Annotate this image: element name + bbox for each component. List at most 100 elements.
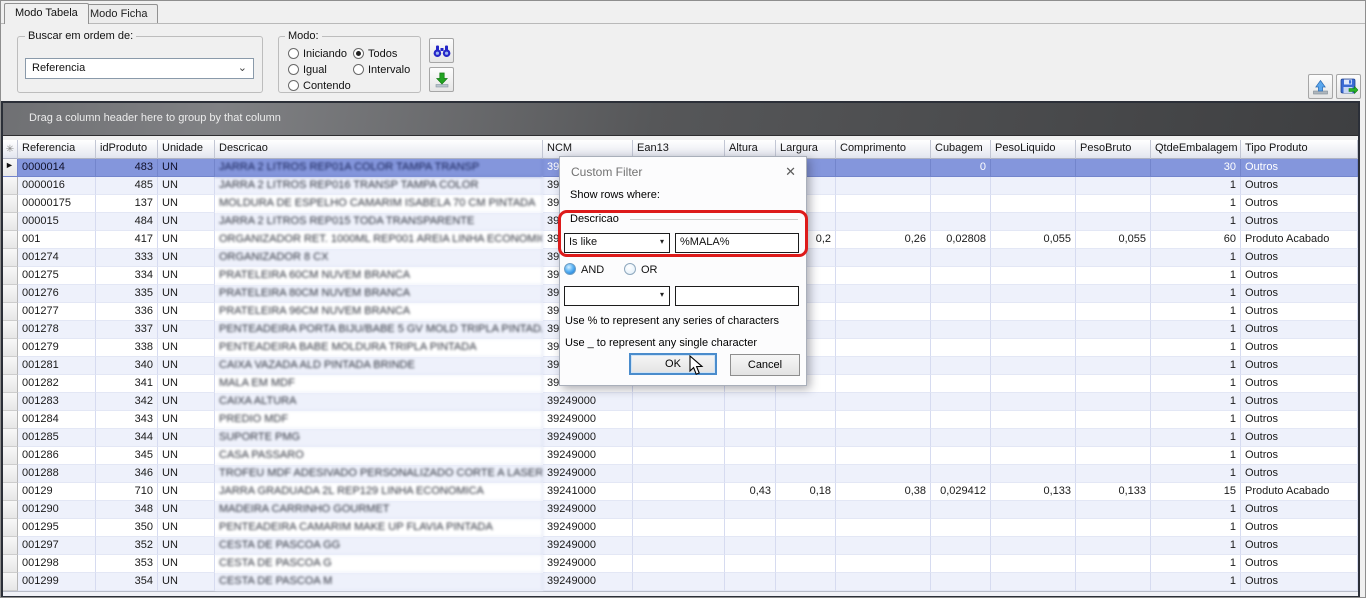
cell-ncm[interactable]: 39249000 <box>543 537 633 555</box>
cell-referencia[interactable]: 000015 <box>18 213 96 231</box>
cell-desc[interactable]: PRATELEIRA 96CM NUVEM BRANCA <box>215 303 543 321</box>
cell-desc[interactable]: CAIXA VAZADA ALD PINTADA BRINDE <box>215 357 543 375</box>
column-header-pesoliquido[interactable]: PesoLiquido <box>991 140 1076 159</box>
cell-pbru[interactable] <box>1076 447 1151 465</box>
cell-id[interactable]: 345 <box>96 447 158 465</box>
cell-id[interactable]: 710 <box>96 483 158 501</box>
cell-comp[interactable] <box>836 537 931 555</box>
cell-un[interactable]: UN <box>158 573 215 591</box>
cell-pliq[interactable]: 0,133 <box>991 483 1076 501</box>
cell-id[interactable]: 483 <box>96 159 158 177</box>
cell-qtde[interactable]: 1 <box>1151 573 1241 591</box>
cell-comp[interactable] <box>836 249 931 267</box>
cell-qtde[interactable]: 1 <box>1151 177 1241 195</box>
cell-referencia[interactable]: 001290 <box>18 501 96 519</box>
cell-pliq[interactable] <box>991 555 1076 573</box>
cell-desc[interactable]: PRATELEIRA 60CM NUVEM BRANCA <box>215 267 543 285</box>
cell-pbru[interactable] <box>1076 159 1151 177</box>
cell-larg[interactable] <box>776 537 836 555</box>
cell-referencia[interactable]: 001298 <box>18 555 96 573</box>
table-row[interactable]: 001284343UNPREDIO MDF392490001Outros <box>3 411 1358 429</box>
cell-qtde[interactable]: 1 <box>1151 213 1241 231</box>
cell-id[interactable]: 348 <box>96 501 158 519</box>
column-header-qtdeembalagem[interactable]: QtdeEmbalagem <box>1151 140 1241 159</box>
cell-id[interactable]: 338 <box>96 339 158 357</box>
cell-id[interactable]: 334 <box>96 267 158 285</box>
column-header-pesobruto[interactable]: PesoBruto <box>1076 140 1151 159</box>
cell-id[interactable]: 340 <box>96 357 158 375</box>
cell-un[interactable]: UN <box>158 375 215 393</box>
and-radio[interactable]: AND <box>564 263 604 276</box>
cell-comp[interactable] <box>836 357 931 375</box>
cell-referencia[interactable]: 001283 <box>18 393 96 411</box>
cell-tipo[interactable]: Outros <box>1241 555 1358 573</box>
cell-pliq[interactable] <box>991 213 1076 231</box>
cell-id[interactable]: 335 <box>96 285 158 303</box>
mode-radio-iniciando[interactable]: Iniciando <box>288 48 347 62</box>
cell-un[interactable]: UN <box>158 411 215 429</box>
cell-pliq[interactable] <box>991 429 1076 447</box>
cell-comp[interactable] <box>836 573 931 591</box>
cell-comp[interactable] <box>836 177 931 195</box>
cell-pbru[interactable] <box>1076 393 1151 411</box>
cell-desc[interactable]: PENTEADEIRA BABE MOLDURA TRIPLA PINTADA <box>215 339 543 357</box>
table-row[interactable]: 001288346UNTROFEU MDF ADESIVADO PERSONAL… <box>3 465 1358 483</box>
grid-footer-strip[interactable] <box>3 591 1358 598</box>
cell-tipo[interactable]: Outros <box>1241 519 1358 537</box>
cancel-button[interactable]: Cancel <box>730 354 800 376</box>
cell-comp[interactable] <box>836 159 931 177</box>
save-export-button[interactable] <box>1336 74 1361 99</box>
cell-comp[interactable] <box>836 339 931 357</box>
cell-cub[interactable] <box>931 465 991 483</box>
grid-corner-asterisk-icon[interactable]: ✳ <box>3 140 18 159</box>
cell-qtde[interactable]: 1 <box>1151 339 1241 357</box>
cell-tipo[interactable]: Outros <box>1241 357 1358 375</box>
cell-referencia[interactable]: 001281 <box>18 357 96 375</box>
cell-ncm[interactable]: 39249000 <box>543 429 633 447</box>
cell-cub[interactable] <box>931 519 991 537</box>
cell-id[interactable]: 341 <box>96 375 158 393</box>
cell-alt[interactable] <box>725 465 776 483</box>
cell-desc[interactable]: PENTEADEIRA PORTA BIJU/BABE 5 GV MOLD TR… <box>215 321 543 339</box>
cell-qtde[interactable]: 1 <box>1151 465 1241 483</box>
cell-referencia[interactable]: 0000016 <box>18 177 96 195</box>
cell-ncm[interactable]: 39249000 <box>543 555 633 573</box>
cell-tipo[interactable]: Outros <box>1241 339 1358 357</box>
ok-button[interactable]: OK <box>629 353 717 375</box>
cell-ncm[interactable]: 39249000 <box>543 393 633 411</box>
cell-comp[interactable] <box>836 393 931 411</box>
cell-id[interactable]: 485 <box>96 177 158 195</box>
cell-comp[interactable] <box>836 555 931 573</box>
cell-qtde[interactable]: 1 <box>1151 555 1241 573</box>
cell-id[interactable]: 137 <box>96 195 158 213</box>
cell-tipo[interactable]: Outros <box>1241 321 1358 339</box>
cell-qtde[interactable]: 1 <box>1151 267 1241 285</box>
cell-ncm[interactable]: 39249000 <box>543 447 633 465</box>
cell-comp[interactable] <box>836 195 931 213</box>
table-row[interactable]: 001285344UNSUPORTE PMG392490001Outros <box>3 429 1358 447</box>
cell-ean[interactable] <box>633 411 725 429</box>
column-header-descricao[interactable]: Descricao <box>215 140 543 159</box>
cell-qtde[interactable]: 1 <box>1151 519 1241 537</box>
cell-pliq[interactable] <box>991 321 1076 339</box>
cell-cub[interactable] <box>931 357 991 375</box>
cell-id[interactable]: 333 <box>96 249 158 267</box>
cell-desc[interactable]: PENTEADEIRA CAMARIM MAKE UP FLAVIA PINTA… <box>215 519 543 537</box>
cell-pbru[interactable] <box>1076 213 1151 231</box>
cell-pbru[interactable] <box>1076 555 1151 573</box>
table-row[interactable]: 00129710UNJARRA GRADUADA 2L REP129 LINHA… <box>3 483 1358 501</box>
cell-alt[interactable] <box>725 537 776 555</box>
cell-larg[interactable] <box>776 501 836 519</box>
cell-ean[interactable] <box>633 465 725 483</box>
cell-qtde[interactable]: 1 <box>1151 501 1241 519</box>
cell-un[interactable]: UN <box>158 429 215 447</box>
filter-value2-input[interactable] <box>675 286 799 306</box>
group-by-bar[interactable]: Drag a column header here to group by th… <box>3 103 1358 136</box>
cell-un[interactable]: UN <box>158 537 215 555</box>
cell-ean[interactable] <box>633 501 725 519</box>
column-header-referencia[interactable]: Referencia <box>18 140 96 159</box>
cell-tipo[interactable]: Outros <box>1241 537 1358 555</box>
cell-tipo[interactable]: Outros <box>1241 195 1358 213</box>
cell-alt[interactable] <box>725 501 776 519</box>
cell-qtde[interactable]: 1 <box>1151 357 1241 375</box>
